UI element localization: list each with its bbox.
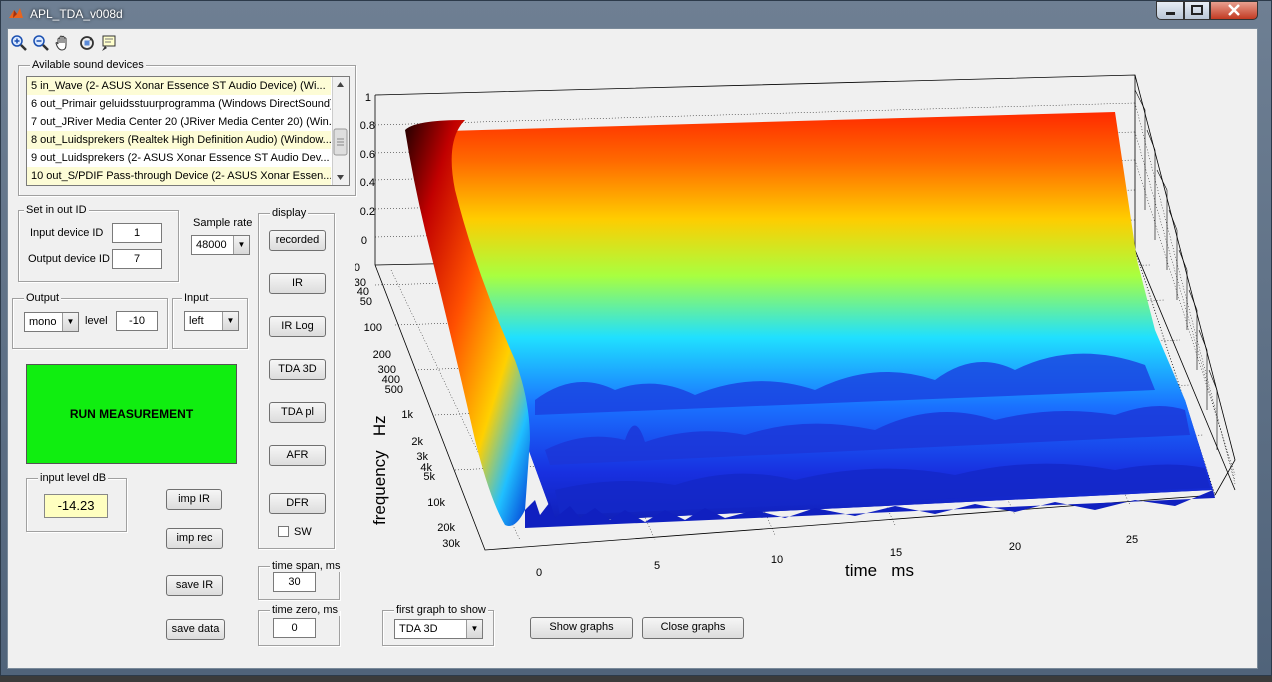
imp-rec-button[interactable]: imp rec — [166, 528, 223, 549]
devices-legend: Avilable sound devices — [30, 59, 146, 71]
output-device-label: Output device ID — [28, 253, 110, 265]
y-tick: 500 — [385, 384, 403, 396]
zoom-in-icon[interactable] — [10, 34, 28, 52]
y-tick: 20k — [437, 522, 455, 534]
ir-log-button[interactable]: IR Log — [269, 316, 326, 337]
z-tick: 0.8 — [360, 120, 375, 132]
device-item-9[interactable]: 9 out_Luidsprekers (2- ASUS Xonar Essenc… — [27, 149, 331, 167]
x-tick: 0 — [536, 567, 542, 579]
z-tick: 0.2 — [360, 206, 375, 218]
title-bar[interactable]: APL_TDA_v008d — [0, 0, 1272, 28]
output-level-field[interactable]: -10 — [116, 311, 158, 331]
sample-rate-select[interactable]: 48000 ▼ — [191, 235, 250, 255]
y-tick: 20 — [355, 262, 360, 274]
tda-3d-button[interactable]: TDA 3D — [269, 359, 326, 380]
display-legend: display — [270, 207, 309, 219]
x-tick: 25 — [1126, 534, 1138, 546]
minimize-button[interactable] — [1156, 1, 1184, 20]
zoom-out-icon[interactable] — [32, 34, 50, 52]
input-level-legend: input level dB — [38, 472, 109, 484]
sample-rate-value: 48000 — [196, 239, 227, 251]
x-axis-label: time ms — [845, 561, 914, 580]
chevron-down-icon: ▼ — [222, 312, 238, 330]
dfr-button[interactable]: DFR — [269, 493, 326, 514]
y-tick: 100 — [364, 322, 382, 334]
input-legend: Input — [182, 292, 211, 304]
device-item-7[interactable]: 7 out_JRiver Media Center 20 (JRiver Med… — [27, 113, 331, 131]
close-button[interactable] — [1210, 1, 1258, 20]
tda-3d-plot[interactable]: 0 0.2 0.4 0.6 0.8 1 20 30 40 50 100 200 … — [355, 70, 1245, 610]
rotate-3d-icon[interactable] — [78, 34, 96, 52]
chevron-down-icon: ▼ — [233, 236, 249, 254]
input-channel-value: left — [189, 315, 204, 327]
y-tick: 2k — [411, 436, 423, 448]
close-graphs-button[interactable]: Close graphs — [642, 617, 744, 639]
y-tick: 50 — [360, 296, 372, 308]
z-tick: 1 — [365, 92, 371, 104]
x-tick: 15 — [890, 547, 902, 559]
window-title: APL_TDA_v008d — [30, 7, 123, 21]
y-tick: 200 — [373, 349, 391, 361]
x-axis-ticks: 0 5 10 15 20 25 — [536, 534, 1138, 579]
output-mode-value: mono — [29, 316, 57, 328]
time-zero-legend: time zero, ms — [270, 604, 341, 616]
save-ir-button[interactable]: save IR — [166, 575, 223, 596]
device-item-5[interactable]: 5 in_Wave (2- ASUS Xonar Essence ST Audi… — [27, 77, 331, 95]
level-label: level — [85, 315, 108, 327]
afr-button[interactable]: AFR — [269, 445, 326, 466]
device-listbox[interactable]: 5 in_Wave (2- ASUS Xonar Essence ST Audi… — [26, 76, 350, 186]
z-axis-ticks: 0 0.2 0.4 0.6 0.8 1 — [360, 92, 375, 247]
z-tick: 0.6 — [360, 149, 375, 161]
first-graph-value: TDA 3D — [399, 623, 438, 635]
run-measurement-button[interactable]: RUN MEASUREMENT — [26, 364, 237, 464]
io-id-legend: Set in out ID — [24, 204, 89, 216]
matlab-app-icon — [9, 8, 23, 18]
device-item-10[interactable]: 10 out_S/PDIF Pass-through Device (2- AS… — [27, 167, 331, 185]
input-channel-select[interactable]: left ▼ — [184, 311, 239, 331]
list-scrollbar[interactable] — [332, 77, 349, 185]
save-data-button[interactable]: save data — [166, 619, 225, 640]
close-icon — [1228, 4, 1240, 16]
sw-label: SW — [294, 526, 312, 538]
input-device-field[interactable]: 1 — [112, 223, 162, 243]
recorded-button[interactable]: recorded — [269, 230, 326, 251]
y-tick: 1k — [401, 409, 413, 421]
sw-checkbox[interactable] — [278, 526, 289, 537]
ir-button[interactable]: IR — [269, 273, 326, 294]
first-graph-select[interactable]: TDA 3D ▼ — [394, 619, 483, 639]
y-axis-label: frequency Hz — [370, 415, 389, 525]
device-item-8[interactable]: 8 out_Luidsprekers (Realtek High Definit… — [27, 131, 331, 149]
y-tick: 10k — [427, 497, 445, 509]
x-tick: 20 — [1009, 541, 1021, 553]
z-tick: 0 — [361, 235, 367, 247]
y-tick: 5k — [423, 471, 435, 483]
surface-main — [410, 112, 1213, 522]
input-level-value: -14.23 — [44, 494, 108, 518]
scrollbar-arrows-icon — [333, 82, 348, 180]
time-span-field[interactable]: 30 — [273, 572, 316, 592]
imp-ir-button[interactable]: imp IR — [166, 489, 222, 510]
show-graphs-button[interactable]: Show graphs — [530, 617, 633, 639]
device-item-6[interactable]: 6 out_Primair geluidsstuurprogramma (Win… — [27, 95, 331, 113]
z-tick: 0.4 — [360, 177, 375, 189]
tda-pl-button[interactable]: TDA pl — [269, 402, 326, 423]
output-legend: Output — [24, 292, 62, 304]
chevron-down-icon: ▼ — [62, 313, 78, 331]
x-tick: 5 — [654, 560, 660, 572]
sample-rate-label: Sample rate — [193, 217, 253, 229]
pan-hand-icon[interactable] — [54, 34, 72, 52]
data-cursor-icon[interactable] — [100, 34, 118, 52]
y-tick: 30k — [442, 538, 460, 550]
maximize-button[interactable] — [1184, 1, 1210, 20]
io-id-group — [18, 210, 179, 282]
time-zero-field[interactable]: 0 — [273, 618, 316, 638]
maximize-icon — [1191, 5, 1203, 15]
time-span-legend: time span, ms — [270, 560, 343, 572]
chevron-down-icon: ▼ — [466, 620, 482, 638]
minimize-icon — [1166, 12, 1175, 15]
output-device-field[interactable]: 7 — [112, 249, 162, 269]
output-mode-select[interactable]: mono ▼ — [24, 312, 79, 332]
input-device-label: Input device ID — [30, 227, 104, 239]
x-tick: 10 — [771, 554, 783, 566]
